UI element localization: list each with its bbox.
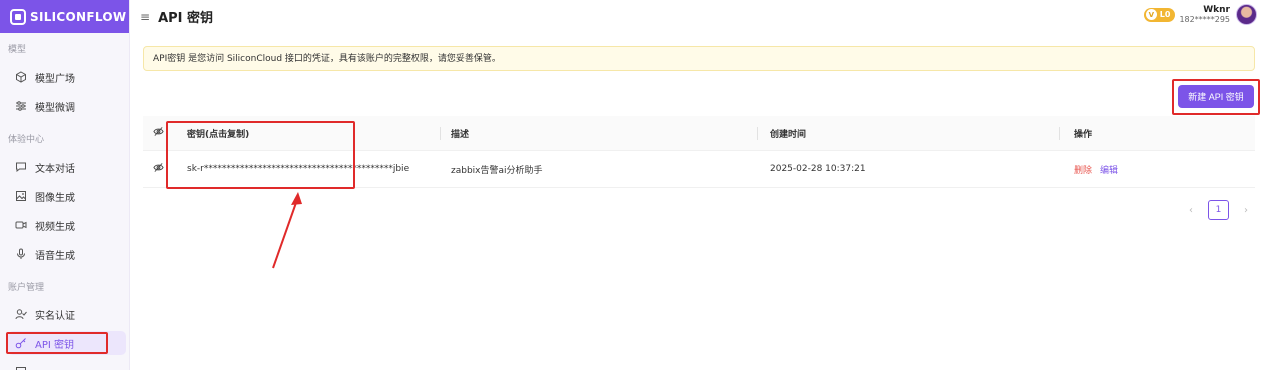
user-info: Wknr 182*****295: [1179, 5, 1230, 25]
sidebar-item-image-gen[interactable]: 图像生成: [8, 184, 126, 208]
sidebar-item-model-square[interactable]: 模型广场: [8, 65, 126, 89]
sidebar-item-text-chat[interactable]: 文本对话: [8, 155, 126, 179]
column-header-key: 密钥(点击复制): [187, 129, 250, 140]
top-header: ≡ API 密钥 V L0 Wknr 182*****295: [130, 0, 1269, 33]
video-icon: [15, 219, 27, 231]
logo-bar[interactable]: SILICONFLOW: [0, 0, 129, 33]
list-icon: [15, 366, 27, 370]
sidebar-item-model-finetune[interactable]: 模型微调: [8, 94, 126, 118]
pagination: ‹ 1 ›: [1184, 200, 1253, 220]
sidebar-item-label: 视频生成: [35, 221, 75, 233]
section-label-account: 账户管理: [8, 283, 45, 293]
sidebar-item-voice-gen[interactable]: 语音生成: [8, 242, 126, 266]
menu-icon[interactable]: ≡: [140, 10, 150, 24]
page-number-current[interactable]: 1: [1208, 200, 1229, 220]
sidebar-item-label: 图像生成: [35, 192, 75, 204]
sidebar-item-label: 语音生成: [35, 250, 75, 262]
image-icon: [15, 190, 27, 202]
sidebar-item-partial[interactable]: [8, 360, 126, 370]
api-key-description: zabbix告警ai分析助手: [451, 165, 543, 176]
column-header-desc: 描述: [451, 129, 470, 140]
user-area[interactable]: V L0 Wknr 182*****295: [1143, 4, 1257, 25]
sidebar-item-real-name[interactable]: 实名认证: [8, 302, 126, 326]
brand-name: SILICONFLOW: [30, 9, 127, 24]
sidebar-item-video-gen[interactable]: 视频生成: [8, 213, 126, 237]
new-api-key-button[interactable]: 新建 API 密钥: [1178, 85, 1254, 108]
sliders-icon: [15, 100, 27, 112]
row-actions: 删除 编辑: [1074, 163, 1118, 176]
vip-icon: V: [1145, 9, 1157, 20]
api-key-value[interactable]: sk-r************************************…: [187, 164, 409, 174]
microphone-icon: [15, 248, 27, 260]
siliconflow-logo-icon: [10, 8, 26, 25]
cube-icon: [15, 71, 27, 83]
user-check-icon: [15, 308, 27, 320]
sidebar-item-label: 文本对话: [35, 163, 75, 175]
column-header-created: 创建时间: [770, 129, 807, 140]
sidebar-item-label: 模型微调: [35, 102, 75, 114]
delete-link[interactable]: 删除: [1074, 163, 1092, 176]
table-row: sk-r************************************…: [143, 151, 1255, 188]
sidebar-item-label: API 密钥: [35, 339, 74, 351]
api-keys-table: 密钥(点击复制) 描述 创建时间 操作 sk-r****************…: [143, 116, 1255, 188]
sidebar: SILICONFLOW 模型 模型广场 模型微调 体验中心 文本对话 图像生成 …: [0, 0, 130, 370]
notice-banner: API密钥 是您访问 SiliconCloud 接口的凭证，具有该账户的完整权限…: [143, 46, 1255, 71]
page-title: API 密钥: [158, 11, 214, 26]
edit-link[interactable]: 编辑: [1100, 163, 1118, 176]
section-label-models: 模型: [8, 45, 27, 55]
avatar[interactable]: [1236, 4, 1257, 25]
sidebar-item-label: 实名认证: [35, 310, 75, 322]
sidebar-item-label: 模型广场: [35, 73, 75, 85]
column-header-ops: 操作: [1074, 129, 1093, 140]
user-phone: 182*****295: [1179, 14, 1230, 24]
prev-page-icon[interactable]: ‹: [1184, 205, 1198, 216]
section-label-experience: 体验中心: [8, 135, 45, 145]
next-page-icon[interactable]: ›: [1239, 205, 1253, 216]
chat-icon: [15, 161, 27, 173]
level-badge: V L0: [1143, 7, 1176, 22]
eye-off-icon[interactable]: [153, 126, 169, 140]
key-icon: [15, 337, 27, 349]
table-header: 密钥(点击复制) 描述 创建时间 操作: [143, 116, 1255, 151]
eye-off-icon[interactable]: [153, 162, 169, 176]
sidebar-item-api-keys[interactable]: API 密钥: [8, 331, 126, 355]
api-key-created: 2025-02-28 10:37:21: [770, 164, 866, 174]
user-name: Wknr: [1203, 4, 1230, 15]
